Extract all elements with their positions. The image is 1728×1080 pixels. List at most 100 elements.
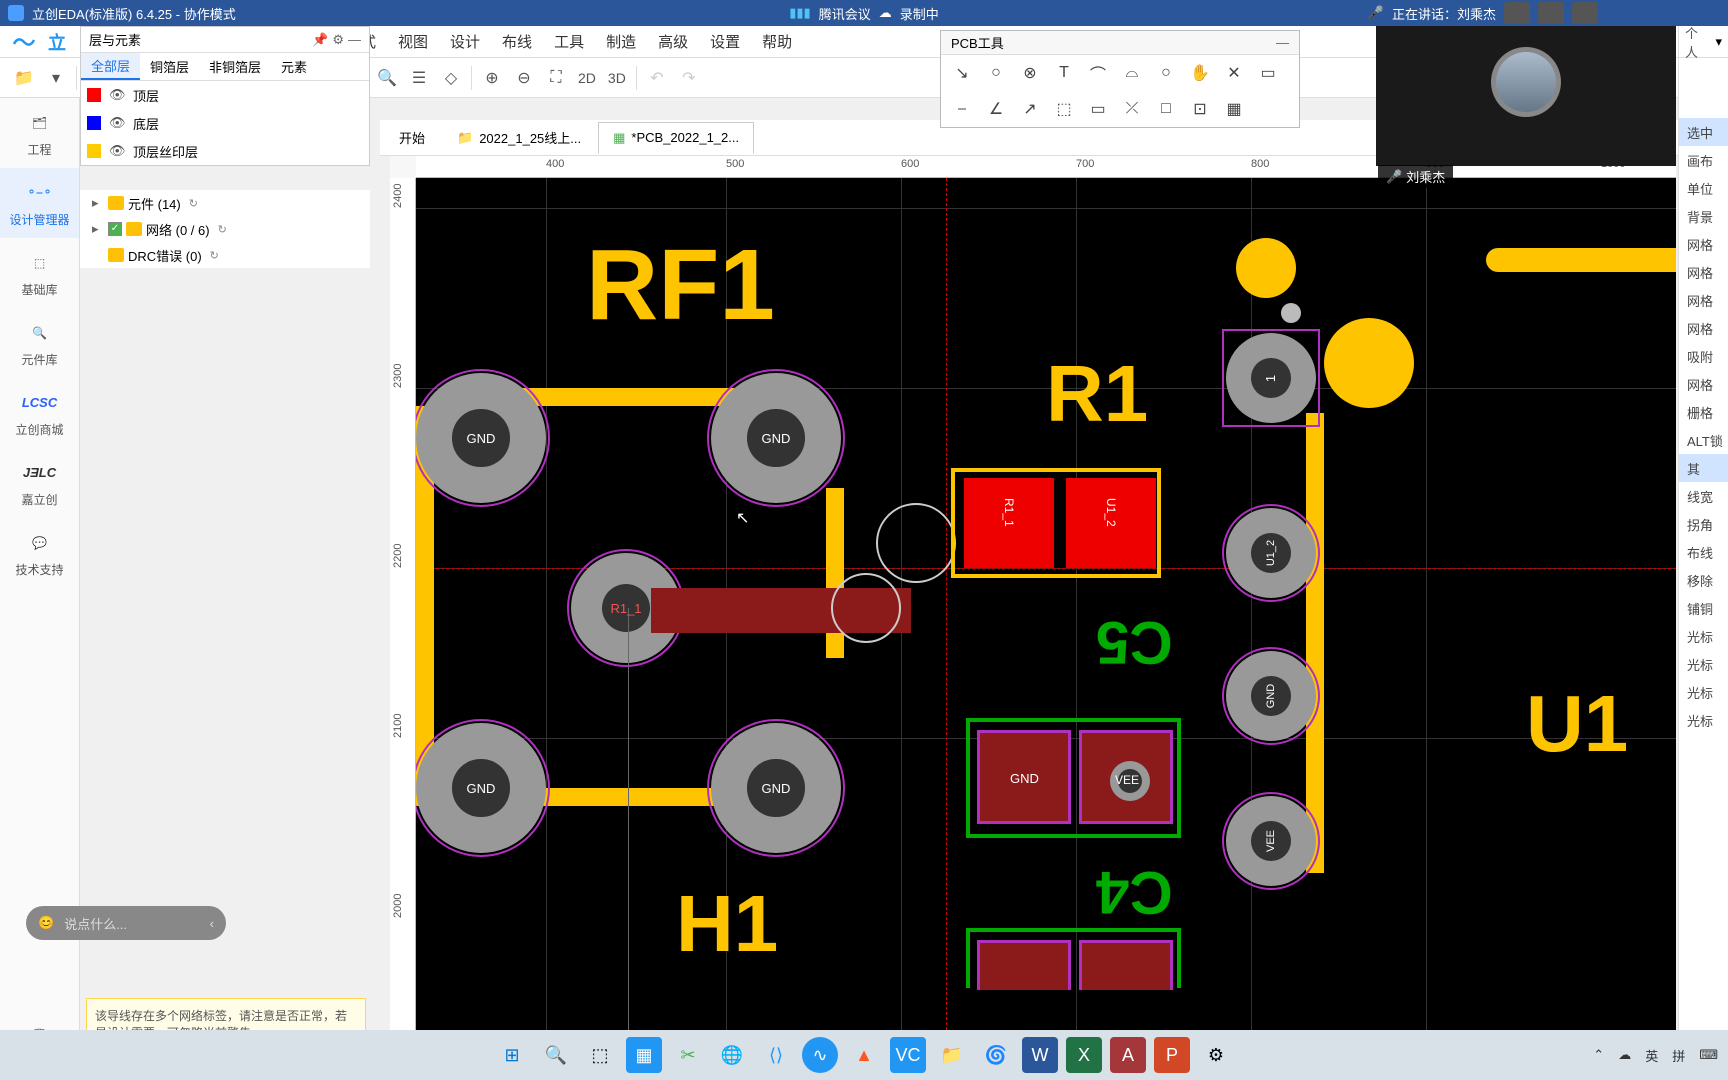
layer-tab-noncopper[interactable]: 非铜箔层 — [199, 53, 271, 80]
app-settings[interactable]: ⚙ — [1198, 1037, 1234, 1073]
app-edge[interactable]: 🌀 — [978, 1037, 1014, 1073]
line-tool-icon[interactable]: ⎯ — [949, 96, 975, 122]
arc2-tool-icon[interactable]: ⌓ — [1119, 60, 1145, 86]
ime-mode[interactable]: 拼 — [1672, 1046, 1685, 1065]
right-item[interactable]: 网格 — [1679, 230, 1728, 258]
search-icon[interactable]: 🔍 — [371, 62, 403, 94]
silk-c5[interactable]: C5 — [1096, 608, 1173, 677]
smd-pad-r11[interactable]: R1_1 — [964, 478, 1054, 568]
sidebar-item-design[interactable]: ⚬⎯⚬ 设计管理器 — [0, 168, 79, 238]
refresh-icon[interactable]: ↻ — [210, 249, 219, 262]
right-item[interactable]: 画布 — [1679, 146, 1728, 174]
eye-icon[interactable]: 👁 — [109, 143, 125, 159]
group-tool-icon[interactable]: ⊡ — [1187, 96, 1213, 122]
minimize-icon[interactable]: — — [348, 32, 361, 48]
cross-tool-icon[interactable]: ✕ — [1221, 60, 1247, 86]
search-button[interactable]: 🔍 — [538, 1037, 574, 1073]
pad-gnd3[interactable]: GND — [416, 723, 546, 853]
layer-tab-elements[interactable]: 元素 — [271, 53, 317, 80]
right-item[interactable]: 网格 — [1679, 370, 1728, 398]
right-item[interactable]: 光标 — [1679, 706, 1728, 734]
right-item[interactable]: 吸附 — [1679, 342, 1728, 370]
sidebar-item-baselib[interactable]: ⬚ 基础库 — [0, 238, 79, 308]
refresh-icon[interactable]: ↻ — [189, 197, 198, 210]
pcb-tools-header[interactable]: PCB工具 — — [941, 31, 1299, 55]
right-item[interactable]: 光标 — [1679, 678, 1728, 706]
filter-icon[interactable]: ☰ — [403, 62, 435, 94]
angle-tool-icon[interactable]: ∠ — [983, 96, 1009, 122]
rect-tool-icon[interactable]: ▭ — [1085, 96, 1111, 122]
app-vscode[interactable]: ⟨⟩ — [758, 1037, 794, 1073]
zoom-in-icon[interactable]: ⊕ — [476, 62, 508, 94]
menu-fab[interactable]: 制造 — [606, 31, 636, 52]
chat-input[interactable]: 😊 说点什么... ‹ — [26, 906, 226, 940]
menu-advanced[interactable]: 高级 — [658, 31, 688, 52]
right-item[interactable]: 布线 — [1679, 538, 1728, 566]
collab-user-2[interactable] — [1538, 2, 1564, 24]
pin-icon[interactable]: 📌 — [312, 32, 328, 48]
pad-u1-2[interactable]: U1_2 — [1226, 508, 1316, 598]
tree-item-components[interactable]: ▸ 元件 (14) ↻ — [80, 190, 370, 216]
app-chrome[interactable]: 🌐 — [714, 1037, 750, 1073]
app-access[interactable]: A — [1110, 1037, 1146, 1073]
gear-icon[interactable]: ⚙ — [332, 32, 344, 48]
right-item[interactable]: 网格 — [1679, 258, 1728, 286]
smd-pad-c4b[interactable] — [1079, 940, 1173, 990]
sidebar-item-componentlib[interactable]: 🔍 元件库 — [0, 308, 79, 378]
silk-h1[interactable]: H1 — [676, 878, 778, 970]
pad-gnd4[interactable]: GND — [711, 723, 841, 853]
app-word[interactable]: W — [1022, 1037, 1058, 1073]
dimension-tool-icon[interactable]: ↗ — [1017, 96, 1043, 122]
pad-gnd1[interactable]: GND — [416, 373, 546, 503]
text-tool-icon[interactable]: T — [1051, 60, 1077, 86]
tab-file2[interactable]: ▦ *PCB_2022_1_2... — [598, 122, 754, 154]
tray-onedrive-icon[interactable]: ☁ — [1618, 1047, 1631, 1063]
ime-lang[interactable]: 英 — [1645, 1046, 1658, 1065]
right-item[interactable]: 背景 — [1679, 202, 1728, 230]
via-small[interactable] — [1281, 303, 1301, 323]
menu-design[interactable]: 设计 — [450, 31, 480, 52]
refresh-icon[interactable]: ↻ — [218, 223, 227, 236]
emoji-icon[interactable]: 😊 — [38, 915, 54, 931]
start-button[interactable]: ⊞ — [494, 1037, 530, 1073]
app-ppt[interactable]: P — [1154, 1037, 1190, 1073]
app-matlab[interactable]: ▲ — [846, 1037, 882, 1073]
view-2d[interactable]: 2D — [572, 70, 602, 86]
eda-logo[interactable] — [0, 26, 48, 58]
right-item[interactable]: ALT锁 — [1679, 426, 1728, 454]
pad-u1-vee[interactable]: VEE — [1226, 796, 1316, 886]
tab-file1[interactable]: 📁 2022_1_25线上... — [442, 122, 596, 154]
app-eda[interactable]: ∿ — [802, 1037, 838, 1073]
eraser-icon[interactable]: ◇ — [435, 62, 467, 94]
right-item[interactable]: 栅格 — [1679, 398, 1728, 426]
right-item[interactable]: 拐角 — [1679, 510, 1728, 538]
more-icon[interactable]: ▾ — [40, 62, 72, 94]
image-tool-icon[interactable]: ▭ — [1255, 60, 1281, 86]
via-tool-icon[interactable]: ⊗ — [1017, 60, 1043, 86]
silk-rf1[interactable]: RF1 — [586, 228, 775, 343]
collab-user-3[interactable] — [1572, 2, 1598, 24]
zoom-fit-icon[interactable]: ⛶ — [540, 62, 572, 94]
checkbox-icon[interactable]: ✓ — [108, 222, 122, 236]
sidebar-item-project[interactable]: 🗂 工程 — [0, 98, 79, 168]
smd-pad-u12[interactable]: U1_2 — [1066, 478, 1156, 568]
collab-user-1[interactable] — [1504, 2, 1530, 24]
trace[interactable] — [1486, 248, 1676, 272]
layer-item-silk[interactable]: 👁 顶层丝印层 — [81, 137, 369, 165]
menu-help[interactable]: 帮助 — [762, 31, 792, 52]
rect-dashed-icon[interactable]: ⬚ — [1051, 96, 1077, 122]
via-large[interactable] — [1324, 318, 1414, 408]
right-item[interactable]: 光标 — [1679, 622, 1728, 650]
arc-tool-icon[interactable]: ⌒ — [1085, 60, 1111, 86]
trace[interactable] — [1306, 413, 1324, 873]
board-outline-icon[interactable]: □ — [1153, 96, 1179, 122]
pad-tool-icon[interactable]: ○ — [983, 60, 1009, 86]
tab-start[interactable]: 开始 — [384, 122, 440, 154]
tray-chevron-icon[interactable]: ⌃ — [1593, 1047, 1604, 1063]
silk-c4[interactable]: C4 — [1096, 858, 1173, 927]
chevron-left-icon[interactable]: ‹ — [210, 916, 214, 931]
layer-item-top[interactable]: 👁 顶层 — [81, 81, 369, 109]
right-item[interactable]: 移除 — [1679, 566, 1728, 594]
app-meeting[interactable]: VC — [890, 1037, 926, 1073]
eye-icon[interactable]: 👁 — [109, 115, 125, 131]
